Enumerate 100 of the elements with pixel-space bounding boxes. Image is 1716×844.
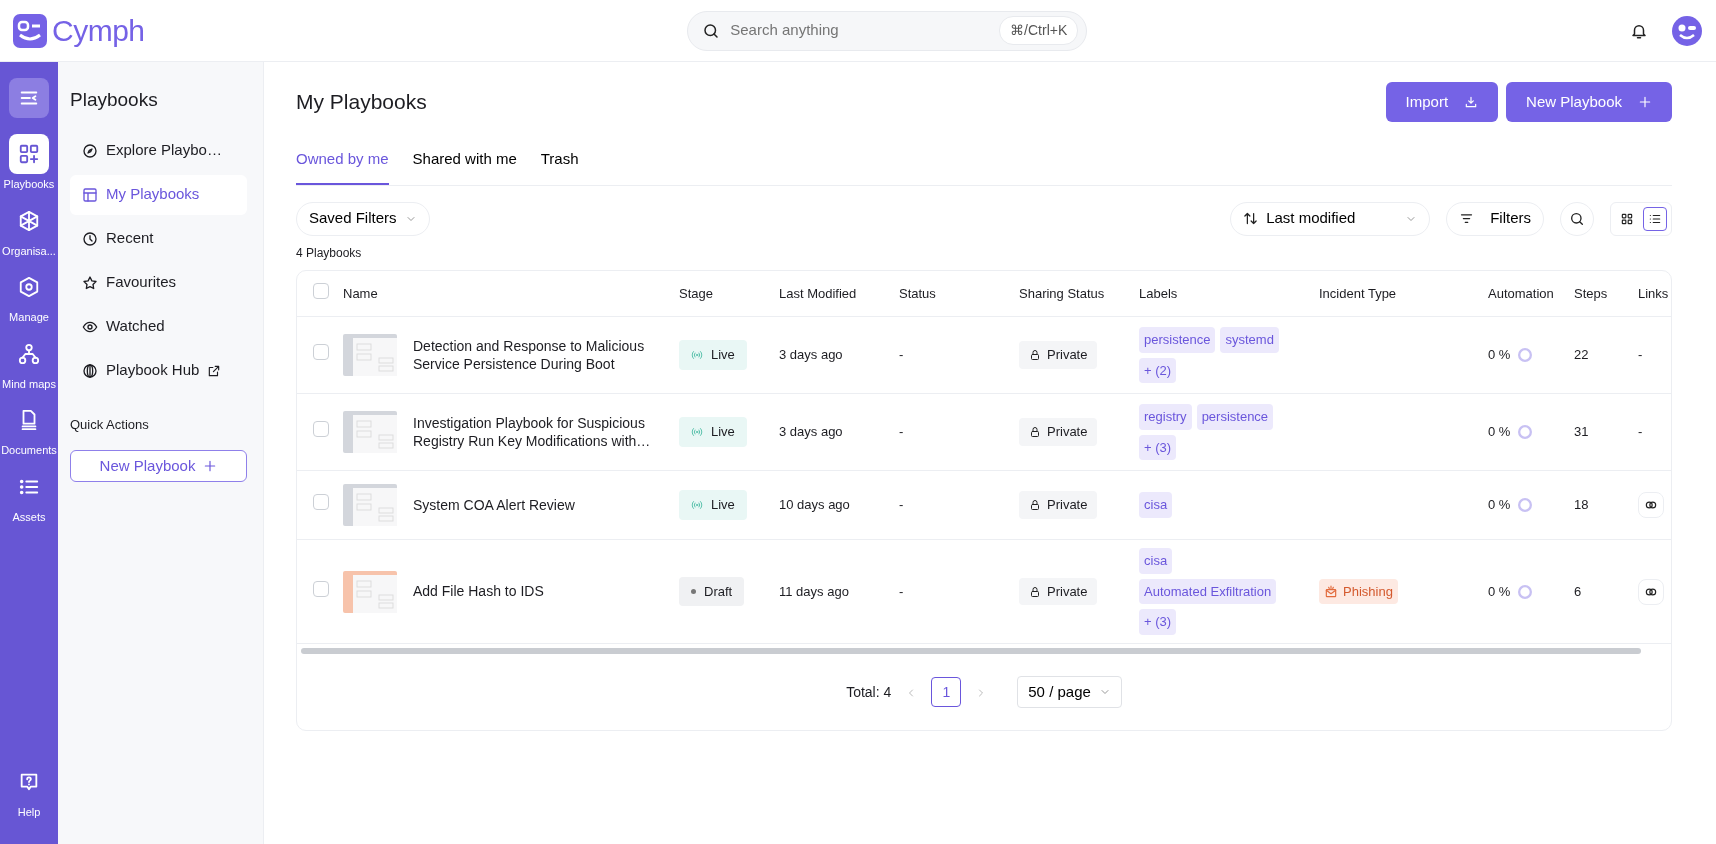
new-playbook-button[interactable]: New Playbook [1506, 82, 1672, 122]
table-cell: 3 days ago [779, 347, 843, 363]
table-cell: 10 days ago [779, 497, 850, 513]
download-icon [1464, 95, 1479, 109]
stage-tag: Draft [679, 576, 745, 607]
stage-tag: Live [679, 340, 747, 370]
sharing-status-tag: Private [1019, 577, 1098, 606]
sharing-status-tag: Private [1019, 341, 1098, 369]
table-cell: 22 [1574, 347, 1589, 363]
label-tag: persistence [1139, 327, 1216, 353]
sort-dropdown[interactable]: Last modified [1230, 201, 1431, 236]
import-button[interactable]: Import [1385, 82, 1499, 122]
search-input[interactable]: Search anything [728, 18, 992, 43]
list-view-button[interactable] [1643, 206, 1667, 231]
playbook-count: 4 Playbooks [296, 244, 363, 262]
playbook-name[interactable]: Add File Hash to IDS [413, 582, 544, 601]
table-cell: 6 [1574, 583, 1582, 599]
horizontal-scrollbar[interactable] [301, 648, 1641, 654]
automation-percent: 0 % [1488, 423, 1511, 442]
column-header: Automation [1488, 285, 1554, 301]
progress-ring-icon [1518, 348, 1533, 362]
table-cell: - [1638, 424, 1643, 440]
help-button[interactable]: Help [0, 761, 58, 820]
playbook-name[interactable]: Detection and Response to Malicious Service Persistence During Boot [413, 336, 667, 374]
row-checkbox[interactable] [313, 494, 329, 511]
lock-icon [1029, 349, 1041, 361]
search-icon [1569, 211, 1585, 228]
rail-nav-item[interactable]: Manage [0, 267, 58, 326]
label-tag: cisa [1139, 492, 1173, 518]
lock-icon [1029, 499, 1041, 511]
playbook-name[interactable]: Investigation Playbook for Suspicious Registry Run Key Modifications with… [413, 413, 667, 451]
page-size-dropdown[interactable]: 50 / page [1017, 676, 1122, 708]
table-cell: - [1638, 347, 1643, 363]
logo-icon [12, 12, 48, 49]
star-icon [82, 274, 98, 291]
rail-nav-item[interactable]: Documents [0, 400, 58, 459]
saved-filters-dropdown[interactable]: Saved Filters [296, 201, 430, 236]
search-button[interactable] [1560, 201, 1594, 236]
progress-ring-icon [1518, 425, 1533, 439]
new-playbook-button[interactable]: New Playbook [70, 450, 247, 482]
sort-arrows-icon [1243, 211, 1259, 226]
link-button[interactable] [1638, 492, 1664, 518]
rail-nav-item[interactable]: Mind maps [0, 333, 58, 392]
rail-nav-item[interactable]: Assets [0, 466, 58, 525]
plus-icon [1638, 95, 1652, 109]
sharing-status-tag: Private [1019, 491, 1098, 519]
total-count: Total: 4 [846, 682, 892, 702]
envelope-alert-icon [1324, 584, 1338, 599]
tab[interactable]: Owned by me [296, 148, 389, 185]
shortcut-hint: ⌘/Ctrl+K [999, 16, 1079, 45]
sidebar-item[interactable]: Playbook Hub [70, 350, 247, 391]
globe-icon [82, 362, 98, 379]
compass-icon [82, 142, 98, 159]
avatar-icon[interactable] [1672, 15, 1702, 46]
row-checkbox[interactable] [313, 344, 329, 361]
column-header: Steps [1574, 285, 1608, 301]
table-cell: - [899, 497, 904, 513]
sidebar-item[interactable]: Explore Playbo… [70, 130, 247, 171]
rail-nav-item[interactable]: Playbooks [0, 134, 58, 193]
lock-icon [1029, 585, 1041, 598]
link-button[interactable] [1638, 578, 1664, 605]
grid-icon [1620, 211, 1634, 226]
search-bar[interactable]: Search anything ⌘/Ctrl+K [687, 10, 1088, 51]
select-all-checkbox[interactable] [313, 282, 329, 299]
plus-icon [203, 459, 218, 473]
table-cell: - [899, 347, 904, 363]
table-cell: 18 [1574, 497, 1589, 513]
sidebar-item[interactable]: My Playbooks [70, 174, 247, 215]
sidebar-title: Playbooks [70, 88, 159, 112]
automation-percent: 0 % [1488, 496, 1511, 515]
column-header: Name [343, 285, 378, 301]
row-checkbox[interactable] [313, 421, 329, 438]
table-cell: 11 days ago [779, 583, 849, 599]
sidebar-item[interactable]: Favourites [70, 262, 247, 303]
filter-icon [1459, 211, 1475, 226]
tab[interactable]: Shared with me [412, 148, 517, 185]
sharing-status-tag: Private [1019, 418, 1098, 446]
table-icon [82, 186, 98, 203]
automation-percent: 0 % [1488, 582, 1511, 601]
sidebar-item[interactable]: Recent [70, 218, 247, 259]
section-heading: Quick Actions [70, 415, 150, 434]
column-header: Stage [679, 285, 713, 301]
table-cell: 3 days ago [779, 424, 843, 440]
row-checkbox[interactable] [313, 580, 329, 597]
filters-button[interactable]: Filters [1446, 201, 1544, 236]
rail-nav-item[interactable]: Organisa... [0, 200, 58, 259]
page-title: My Playbooks [296, 89, 427, 116]
table-cell: 31 [1574, 424, 1589, 440]
stage-tag: Live [679, 417, 747, 447]
label-tag: + (3) [1139, 609, 1177, 635]
sidebar-item[interactable]: Watched [70, 306, 247, 347]
label-tag: + (2) [1139, 357, 1177, 383]
tab[interactable]: Trash [540, 148, 579, 185]
collapse-menu-button[interactable] [9, 78, 49, 118]
app-logo-text[interactable]: Cymph [52, 8, 145, 53]
automation-percent: 0 % [1488, 346, 1511, 365]
clock-icon [82, 230, 98, 247]
page-button[interactable]: 1 [931, 677, 962, 707]
playbook-name[interactable]: System COA Alert Review [413, 495, 575, 515]
label-tag: + (3) [1139, 434, 1177, 460]
